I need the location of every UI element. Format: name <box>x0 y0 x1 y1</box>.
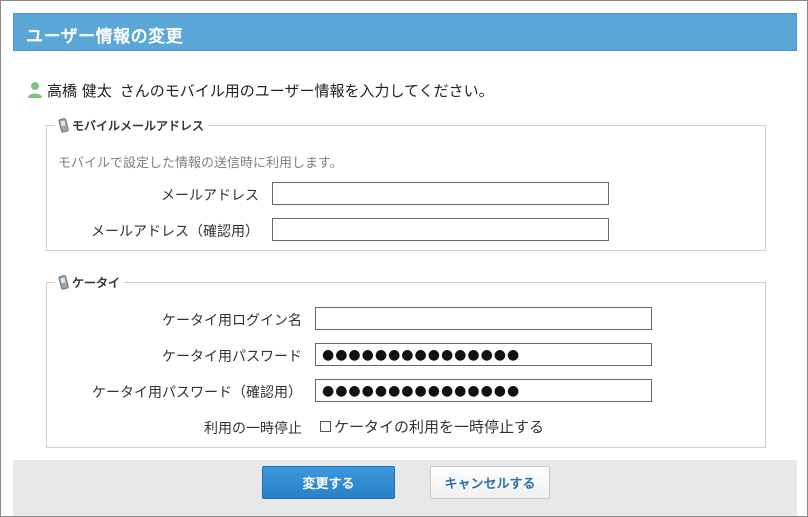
email-field[interactable] <box>272 182 609 205</box>
page-header: ユーザー情報の変更 <box>13 13 797 51</box>
mobile-mail-legend-text: モバイルメールアドレス <box>72 119 205 133</box>
keitai-legend-text: ケータイ <box>72 276 121 290</box>
user-name: 高橋 健太 <box>47 81 112 100</box>
intro-message: 高橋 健太 さんのモバイル用のユーザー情報を入力してください。 <box>27 79 494 101</box>
dialog-frame: ユーザー情報の変更 高橋 健太 さんのモバイル用のユーザー情報を入力してください… <box>0 0 808 517</box>
submit-button[interactable]: 変更する <box>262 466 395 499</box>
page-title: ユーザー情報の変更 <box>26 27 184 47</box>
suspend-label: 利用の一時停止 <box>204 421 302 437</box>
keitai-section: ケータイ ケータイ用ログイン名 ケータイ用パスワード ケータイ用パスワード（確認… <box>46 274 766 448</box>
mobile-mail-section: モバイルメールアドレス モバイルで設定した情報の送信時に利用します。 メールアド… <box>46 117 766 251</box>
user-icon <box>28 82 42 98</box>
email-row: メールアドレス <box>47 182 765 206</box>
button-bar: 変更する キャンセルする <box>13 460 797 516</box>
password-row: ケータイ用パスワード <box>47 343 765 367</box>
email-confirm-field[interactable] <box>272 218 609 241</box>
email-confirm-label: メールアドレス（確認用） <box>91 224 259 240</box>
mobile-mail-description: モバイルで設定した情報の送信時に利用します。 <box>58 156 343 171</box>
password-confirm-field[interactable] <box>315 379 652 402</box>
email-confirm-row: メールアドレス（確認用） <box>47 218 765 242</box>
suspend-checkbox-label[interactable]: ケータイの利用を一時停止する <box>334 416 544 437</box>
password-label: ケータイ用パスワード <box>162 349 302 365</box>
password-field[interactable] <box>315 343 652 366</box>
checkbox-icon[interactable] <box>320 421 331 432</box>
login-name-field[interactable] <box>315 307 652 330</box>
mobile-mail-legend: モバイルメールアドレス <box>55 117 208 134</box>
mobile-phone-icon <box>58 118 69 133</box>
keitai-legend: ケータイ <box>55 274 124 291</box>
password-confirm-label: ケータイ用パスワード（確認用） <box>92 385 302 401</box>
password-confirm-row: ケータイ用パスワード（確認用） <box>47 379 765 403</box>
intro-text: さんのモバイル用のユーザー情報を入力してください。 <box>119 81 494 100</box>
login-label: ケータイ用ログイン名 <box>162 313 302 329</box>
email-label: メールアドレス <box>161 188 259 204</box>
suspend-checkbox-wrapper[interactable]: ケータイの利用を一時停止する <box>318 416 544 437</box>
suspend-row: 利用の一時停止 ケータイの利用を一時停止する <box>47 415 765 439</box>
login-row: ケータイ用ログイン名 <box>47 307 765 331</box>
cancel-button[interactable]: キャンセルする <box>430 466 550 499</box>
mobile-phone-icon <box>58 275 69 290</box>
